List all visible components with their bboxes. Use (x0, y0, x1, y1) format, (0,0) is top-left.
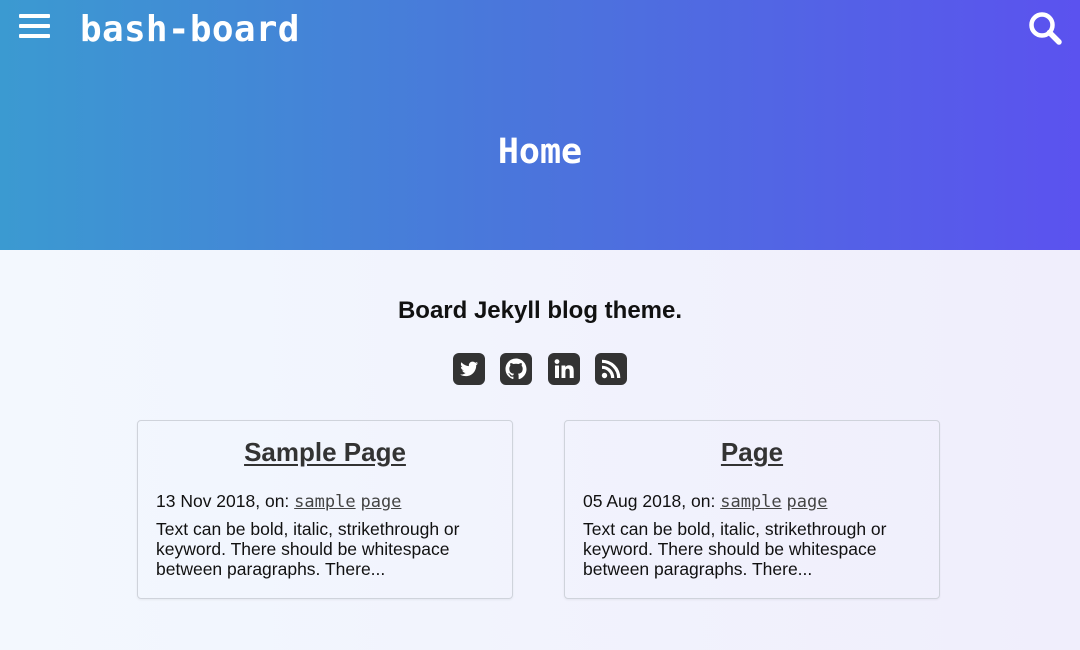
post-excerpt: Text can be bold, italic, strikethrough … (583, 519, 887, 579)
post-meta: 13 Nov 2018, on: sample page (156, 489, 401, 514)
menu-bar (19, 24, 50, 28)
post-title-link[interactable]: Sample Page (138, 435, 512, 469)
post-card: Sample Page 13 Nov 2018, on: sample page… (137, 420, 513, 599)
menu-bar (19, 34, 50, 38)
hero-header: bash-board Home (0, 0, 1080, 250)
tag-link[interactable]: page (360, 492, 401, 512)
post-date: 13 Nov 2018, on: (156, 491, 290, 511)
post-card: Page 05 Aug 2018, on: sample page Text c… (564, 420, 940, 599)
github-icon[interactable] (500, 353, 532, 385)
post-excerpt: Text can be bold, italic, strikethrough … (156, 519, 460, 579)
twitter-icon[interactable] (453, 353, 485, 385)
rss-icon[interactable] (595, 353, 627, 385)
linkedin-icon[interactable] (548, 353, 580, 385)
post-date: 05 Aug 2018, on: (583, 491, 716, 511)
social-links (453, 353, 629, 385)
post-title-link[interactable]: Page (565, 435, 939, 469)
hamburger-menu-icon[interactable] (19, 12, 51, 42)
menu-bar (19, 14, 50, 18)
site-title-link[interactable]: bash-board (80, 8, 300, 52)
page-title: Home (497, 132, 583, 172)
post-meta: 05 Aug 2018, on: sample page (583, 489, 827, 514)
tag-link[interactable]: sample (720, 492, 781, 512)
search-icon[interactable] (1027, 10, 1063, 46)
tag-link[interactable]: sample (294, 492, 355, 512)
tag-link[interactable]: page (787, 492, 828, 512)
blog-tagline: Board Jekyll blog theme. (397, 297, 683, 324)
